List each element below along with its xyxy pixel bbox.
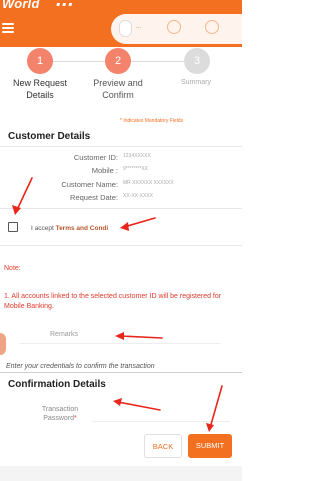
divider xyxy=(0,208,242,209)
top-app-bar: World ... ... xyxy=(0,0,243,47)
customer-id-value: 1234XXXXX xyxy=(123,153,151,159)
arrow-to-remarks xyxy=(119,335,163,339)
hamburger-menu-icon[interactable] xyxy=(2,23,14,33)
transaction-password-field[interactable]: Transaction Password* xyxy=(30,405,90,423)
step-1-indicator: 1 xyxy=(27,48,53,74)
terms-text: I accept Terms and Condi xyxy=(31,225,108,232)
notification-icon[interactable] xyxy=(167,20,181,34)
mobile-value: 9********XX xyxy=(123,166,149,172)
side-tab-icon[interactable] xyxy=(0,333,6,355)
arrow-to-checkbox xyxy=(15,177,33,213)
arrow-to-terms xyxy=(123,217,156,228)
submit-button[interactable]: SUBMIT xyxy=(188,434,232,458)
request-date-label: Request Date: xyxy=(70,193,118,202)
back-button[interactable]: BACK xyxy=(144,434,182,458)
arrow-to-password xyxy=(117,401,161,411)
note-text: 1. All accounts linked to the selected c… xyxy=(4,293,222,310)
step-3-label: Summary xyxy=(181,79,211,86)
mandatory-fields-note: * Indicates Mandatory Fields xyxy=(120,118,184,124)
header-action-pill: ... xyxy=(111,14,243,44)
terms-and-conditions-link[interactable]: Terms and Condi xyxy=(56,225,109,232)
divider xyxy=(0,372,242,373)
remarks-underline xyxy=(20,343,220,344)
pill-label: ... xyxy=(136,24,142,30)
customer-name-value: MR XXXXXX XXXXXX xyxy=(123,180,174,186)
note-title: Note: xyxy=(4,265,21,272)
required-mark: * xyxy=(74,415,77,422)
brand-logo-text: World xyxy=(2,0,40,11)
customer-details-title: Customer Details xyxy=(8,131,91,142)
customer-name-label: Customer Name: xyxy=(61,180,118,189)
profile-icon[interactable] xyxy=(205,20,219,34)
bottom-bar xyxy=(0,466,242,481)
terms-checkbox[interactable] xyxy=(8,222,18,232)
step-1-label: New Request Details xyxy=(12,78,68,100)
toggle-icon[interactable] xyxy=(119,20,132,37)
mobile-label: Mobile : xyxy=(91,166,118,175)
step-3-indicator: 3 xyxy=(184,48,210,74)
step-2-indicator: 2 xyxy=(105,48,131,74)
brand-logo-wordmark: ... xyxy=(56,0,75,11)
confirmation-details-title: Confirmation Details xyxy=(8,379,106,390)
divider xyxy=(0,146,242,147)
credentials-instruction: Enter your credentials to confirm the tr… xyxy=(6,363,155,370)
customer-id-label: Customer ID: xyxy=(73,153,118,162)
transaction-password-label: Transaction Password xyxy=(41,406,79,422)
terms-prefix: I accept xyxy=(31,225,56,232)
progress-stepper: 1 2 3 New Request Details Preview and Co… xyxy=(0,47,242,105)
transaction-password-underline xyxy=(92,421,230,422)
request-date-value: XX-XX-XXXX xyxy=(123,193,154,199)
divider xyxy=(0,245,242,246)
remarks-input[interactable]: Remarks xyxy=(50,331,78,338)
step-2-label: Preview and Confirm xyxy=(93,78,143,100)
